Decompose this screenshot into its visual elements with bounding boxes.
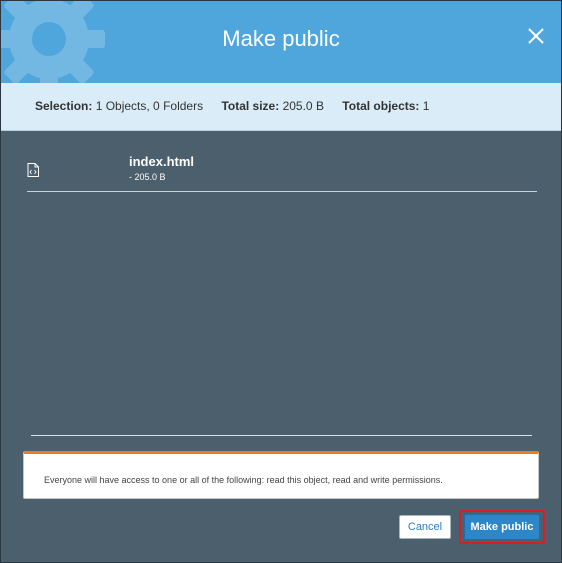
cancel-button[interactable]: Cancel: [399, 515, 451, 539]
total-objects-label: Total objects:: [342, 99, 420, 113]
selection-value: 1 Objects, 0 Folders: [95, 99, 204, 113]
total-size-info: Total size: 205.0 B: [221, 99, 324, 113]
make-public-dialog: Make public Selection: 1 Objects, 0 Fold…: [0, 0, 562, 563]
total-objects-info: Total objects: 1: [342, 99, 429, 113]
html-file-icon: [27, 163, 39, 177]
selection-info: Selection: 1 Objects, 0 Folders: [35, 99, 203, 113]
warning-text: Everyone will have access to one or all …: [44, 475, 443, 485]
dialog-header: Make public: [1, 1, 561, 83]
selection-label: Selection:: [35, 99, 93, 113]
total-objects-value: 1: [422, 99, 430, 113]
close-icon[interactable]: [523, 23, 549, 49]
total-size-label: Total size:: [221, 99, 280, 113]
make-public-button[interactable]: Make public: [464, 514, 540, 540]
list-item: index.html - 205.0 B: [27, 149, 537, 192]
selection-summary: Selection: 1 Objects, 0 Folders Total si…: [1, 83, 561, 131]
file-name: index.html: [129, 154, 195, 169]
file-size: - 205.0 B: [129, 172, 166, 182]
warning-alert: Everyone will have access to one or all …: [23, 451, 539, 499]
dialog-title: Make public: [222, 26, 340, 51]
divider: [31, 435, 532, 436]
total-size-value: 205.0 B: [282, 99, 324, 113]
